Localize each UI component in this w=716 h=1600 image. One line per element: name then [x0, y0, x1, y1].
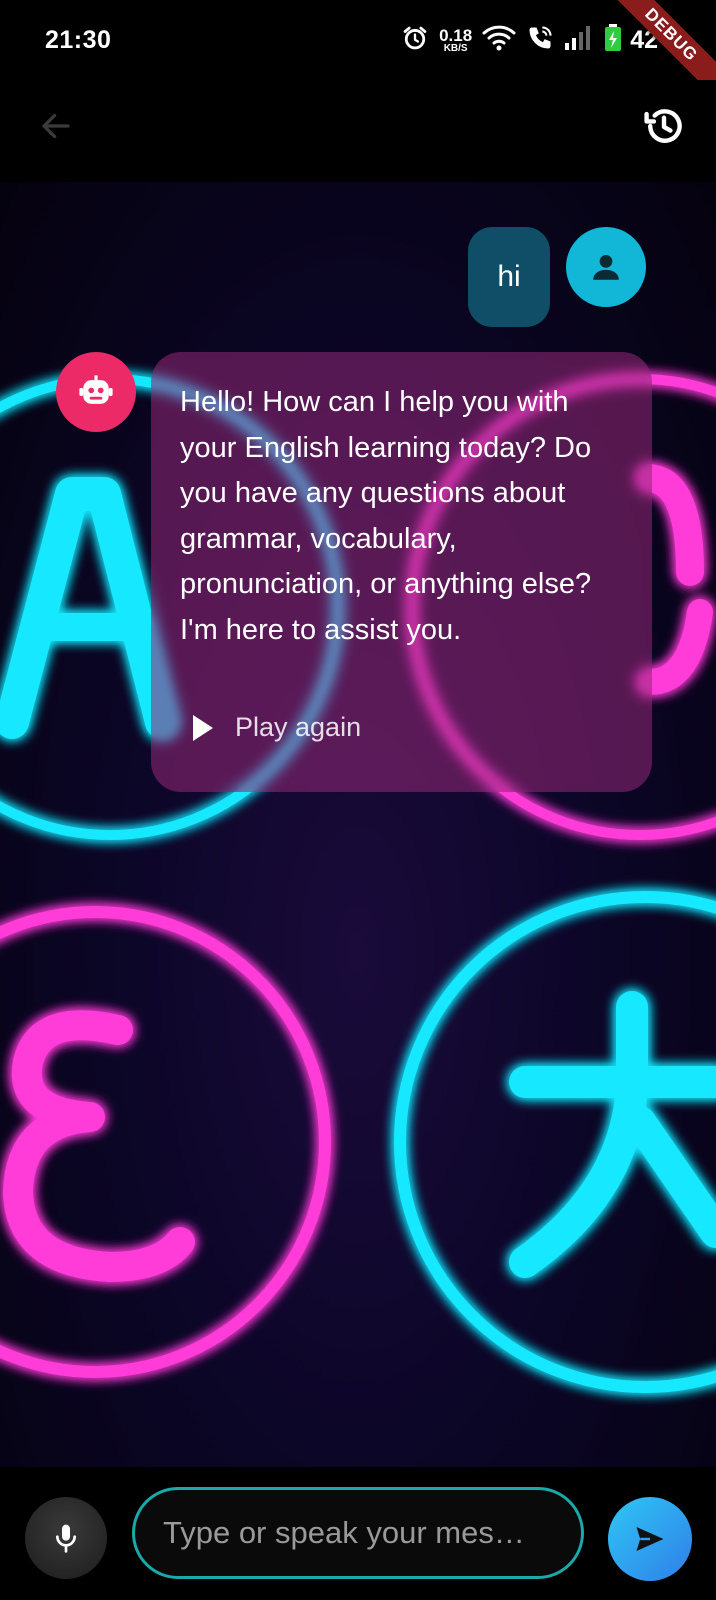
user-message-text: hi — [497, 260, 521, 293]
message-input[interactable] — [132, 1487, 584, 1579]
back-button[interactable] — [34, 104, 78, 148]
battery-charging-icon — [604, 24, 622, 57]
history-icon — [644, 109, 682, 143]
bot-message-bubble[interactable]: Hello! How can I help you with your Engl… — [151, 352, 652, 792]
person-icon — [593, 254, 619, 280]
net-speed-value: 0.18 — [439, 26, 473, 45]
user-message-row: hi — [468, 227, 646, 327]
play-icon — [193, 714, 213, 741]
status-bar: 21:30 0.18 KB/S 42 DEBUG — [0, 0, 716, 105]
network-speed: 0.18 KB/S — [439, 27, 472, 54]
status-icons: 0.18 KB/S 42 — [401, 24, 658, 57]
send-button[interactable] — [608, 1497, 692, 1581]
bot-message-text: Hello! How can I help you with your Engl… — [180, 386, 592, 646]
input-bar — [0, 1467, 716, 1600]
chat-area[interactable]: hi Hello! How can I help you with your E… — [0, 182, 716, 1467]
history-button[interactable] — [638, 100, 690, 152]
app-bar — [0, 80, 716, 182]
robot-icon — [79, 375, 113, 404]
signal-icon — [564, 25, 594, 56]
arrow-back-icon — [42, 113, 70, 139]
user-avatar — [566, 227, 646, 307]
play-again-label: Play again — [235, 712, 362, 742]
user-message-bubble[interactable]: hi — [468, 227, 550, 327]
mic-button[interactable] — [25, 1497, 107, 1579]
play-again-button[interactable]: Play again — [191, 712, 361, 743]
chat-screen: 21:30 0.18 KB/S 42 DEBUG hi Hello! How c… — [0, 0, 716, 1600]
wifi-icon — [482, 24, 516, 57]
net-speed-unit: KB/S — [443, 43, 468, 54]
mic-icon — [56, 1524, 76, 1553]
wifi-call-icon — [526, 24, 554, 57]
bot-avatar — [56, 352, 136, 432]
status-time: 21:30 — [45, 26, 112, 54]
alarm-icon — [401, 24, 429, 57]
send-icon — [636, 1527, 664, 1551]
